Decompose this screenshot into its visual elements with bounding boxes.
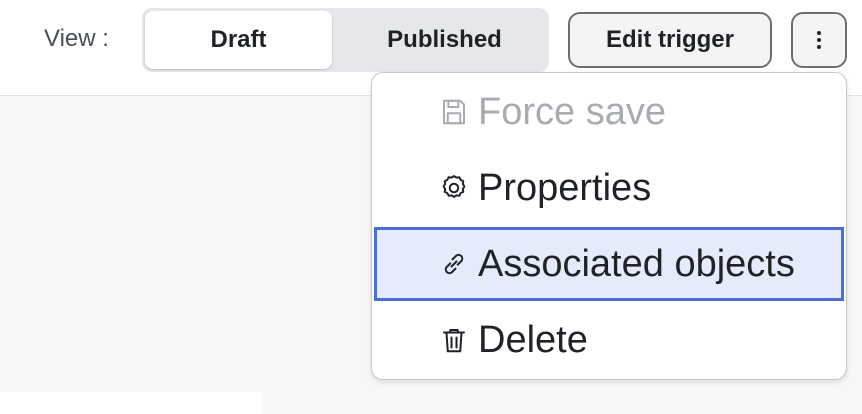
- menu-item-properties[interactable]: Properties: [372, 151, 846, 225]
- kebab-vertical-icon: [817, 31, 821, 49]
- menu-item-label: Associated objects: [478, 242, 795, 285]
- menu-item-label: Properties: [478, 166, 652, 209]
- segment-draft[interactable]: Draft: [145, 11, 332, 69]
- floppy-disk-icon: [434, 92, 474, 132]
- more-options-button[interactable]: [791, 12, 847, 68]
- edit-trigger-button[interactable]: Edit trigger: [568, 12, 772, 68]
- menu-item-associated-objects[interactable]: Associated objects: [374, 227, 844, 301]
- view-segmented-control: Draft Published: [142, 8, 549, 72]
- gear-icon: [434, 168, 474, 208]
- menu-item-force-save: Force save: [372, 75, 846, 149]
- trash-icon: [434, 320, 474, 360]
- menu-item-delete[interactable]: Delete: [372, 303, 846, 377]
- menu-item-label: Delete: [478, 318, 588, 361]
- segment-published[interactable]: Published: [342, 11, 547, 69]
- content-card-edge: [0, 392, 262, 414]
- menu-item-label: Force save: [478, 90, 666, 133]
- more-options-menu: Force save Properties Associated objects: [371, 72, 847, 380]
- link-icon: [434, 244, 474, 284]
- view-label: View :: [44, 25, 109, 52]
